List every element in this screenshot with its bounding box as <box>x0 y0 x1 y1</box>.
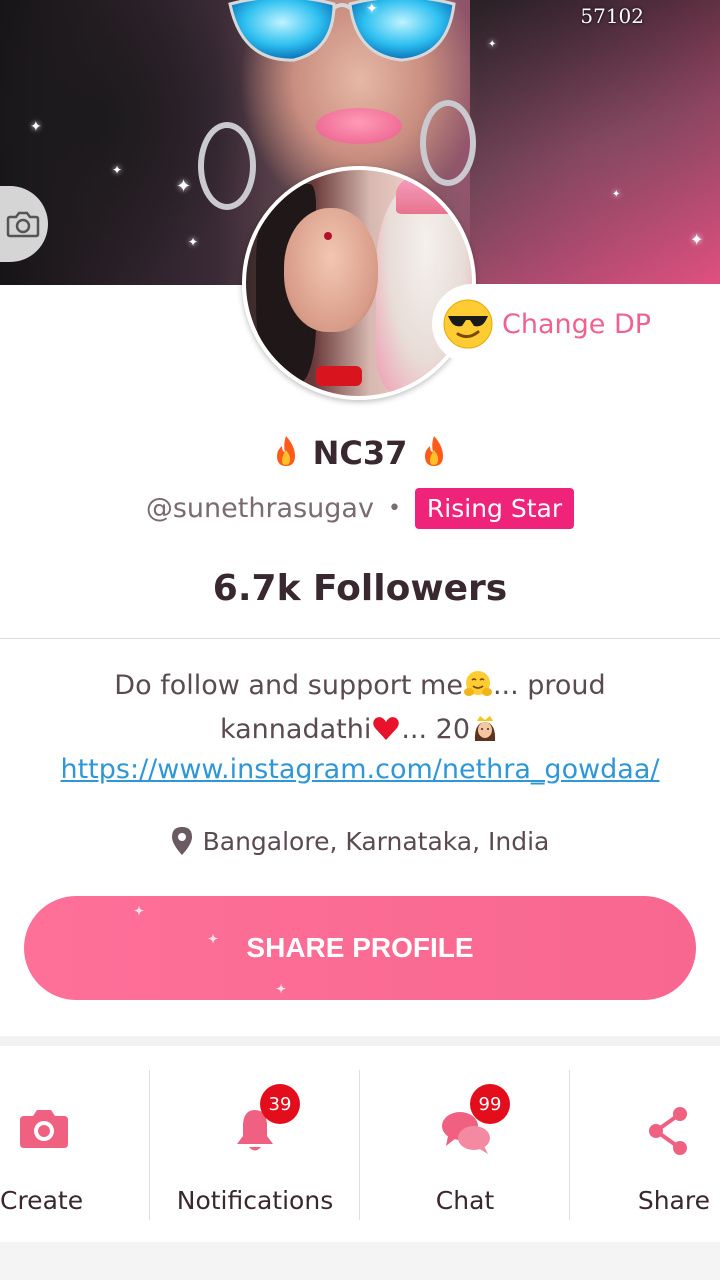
create-icon-wrap <box>18 1106 68 1156</box>
sunglasses-graphic <box>228 0 456 62</box>
bottom-band <box>0 1242 720 1280</box>
divider <box>0 638 720 639</box>
bio-text-segment: Do follow and support me <box>114 670 463 701</box>
bio-text-segment: ... 20 <box>401 714 471 745</box>
location-text: Bangalore, Karnataka, India <box>202 826 550 856</box>
create-action[interactable]: Create <box>0 1070 150 1220</box>
change-dp-button[interactable]: Change DP <box>432 284 720 364</box>
chat-label: Chat <box>435 1186 495 1215</box>
avatar-bindi <box>324 232 332 240</box>
notifications-count-badge: 39 <box>260 1084 300 1124</box>
cover-lips <box>316 108 402 144</box>
handle-row: @sunethrasugav • Rising Star <box>0 488 720 529</box>
bio-line-2: kannadathi ... 20 <box>20 708 700 752</box>
action-bar: Create 39 Notifications 99 Chat Share <box>0 1070 720 1220</box>
username-handle: @sunethrasugav <box>145 493 374 524</box>
chat-count-badge: 99 <box>470 1084 510 1124</box>
share-icon <box>649 1107 687 1155</box>
share-action[interactable]: Share <box>570 1070 720 1220</box>
fire-icon <box>277 436 296 466</box>
avatar-face <box>284 208 378 332</box>
share-profile-button[interactable]: ✦ ✦ ✦ SHARE PROFILE <box>24 896 696 1000</box>
notifications-label: Notifications <box>176 1186 334 1215</box>
sparkle-decoration: ✦ <box>690 230 704 249</box>
avatar-crown <box>396 174 456 214</box>
hugging-face-emoji-icon <box>463 671 492 696</box>
cover-view-count: 57102 <box>580 4 644 28</box>
section-divider <box>0 1036 720 1046</box>
create-label: Create <box>0 1186 84 1215</box>
location-pin-icon <box>171 827 192 855</box>
bio-text: Do follow and support me ... proud kanna… <box>20 664 700 752</box>
share-icon-wrap <box>646 1106 696 1156</box>
sparkle-decoration: ✦ <box>208 932 219 946</box>
camera-icon <box>20 1110 68 1148</box>
share-profile-label: SHARE PROFILE <box>246 932 474 963</box>
location-row: Bangalore, Karnataka, India <box>0 826 720 856</box>
profile-avatar[interactable] <box>242 166 476 400</box>
rising-star-badge[interactable]: Rising Star <box>414 488 575 529</box>
sparkle-decoration: ✦ <box>366 1 378 17</box>
display-name: NC37 <box>312 434 408 472</box>
bio-text-segment: ... proud <box>492 670 606 701</box>
sparkle-decoration: ✦ <box>488 39 497 50</box>
sparkle-decoration: ✦ <box>276 982 287 996</box>
red-heart-emoji-icon <box>373 717 400 740</box>
display-name-row: NC37 <box>0 434 720 472</box>
camera-icon <box>6 211 40 238</box>
share-label: Share <box>637 1186 710 1215</box>
cover-hair <box>470 0 720 285</box>
sparkle-decoration: ✦ <box>112 163 123 177</box>
chat-action[interactable]: 99 Chat <box>360 1070 570 1220</box>
chat-icon-wrap: 99 <box>440 1084 510 1156</box>
notifications-action[interactable]: 39 Notifications <box>150 1070 360 1220</box>
fire-icon <box>424 436 443 466</box>
followers-count[interactable]: 6.7k Followers <box>0 568 720 609</box>
change-dp-label: Change DP <box>502 308 652 340</box>
bio-line-1: Do follow and support me ... proud <box>20 664 700 708</box>
princess-emoji-icon <box>474 716 496 741</box>
sparkle-decoration: ✦ <box>134 904 145 918</box>
separator-dot: • <box>387 496 401 521</box>
sparkle-decoration: ✦ <box>612 189 621 200</box>
sparkle-decoration: ✦ <box>30 119 42 135</box>
sunglasses-face-emoji-icon <box>443 299 493 349</box>
sparkle-decoration: ✦ <box>188 235 199 249</box>
sparkle-decoration: ✦ <box>176 176 192 197</box>
notifications-icon-wrap: 39 <box>230 1084 300 1156</box>
bio-text-segment: kannadathi <box>219 714 372 745</box>
avatar-bangle <box>316 366 362 386</box>
cover-earring-left <box>198 122 256 210</box>
instagram-link[interactable]: https://www.instagram.com/nethra_gowdaa/ <box>0 754 720 785</box>
